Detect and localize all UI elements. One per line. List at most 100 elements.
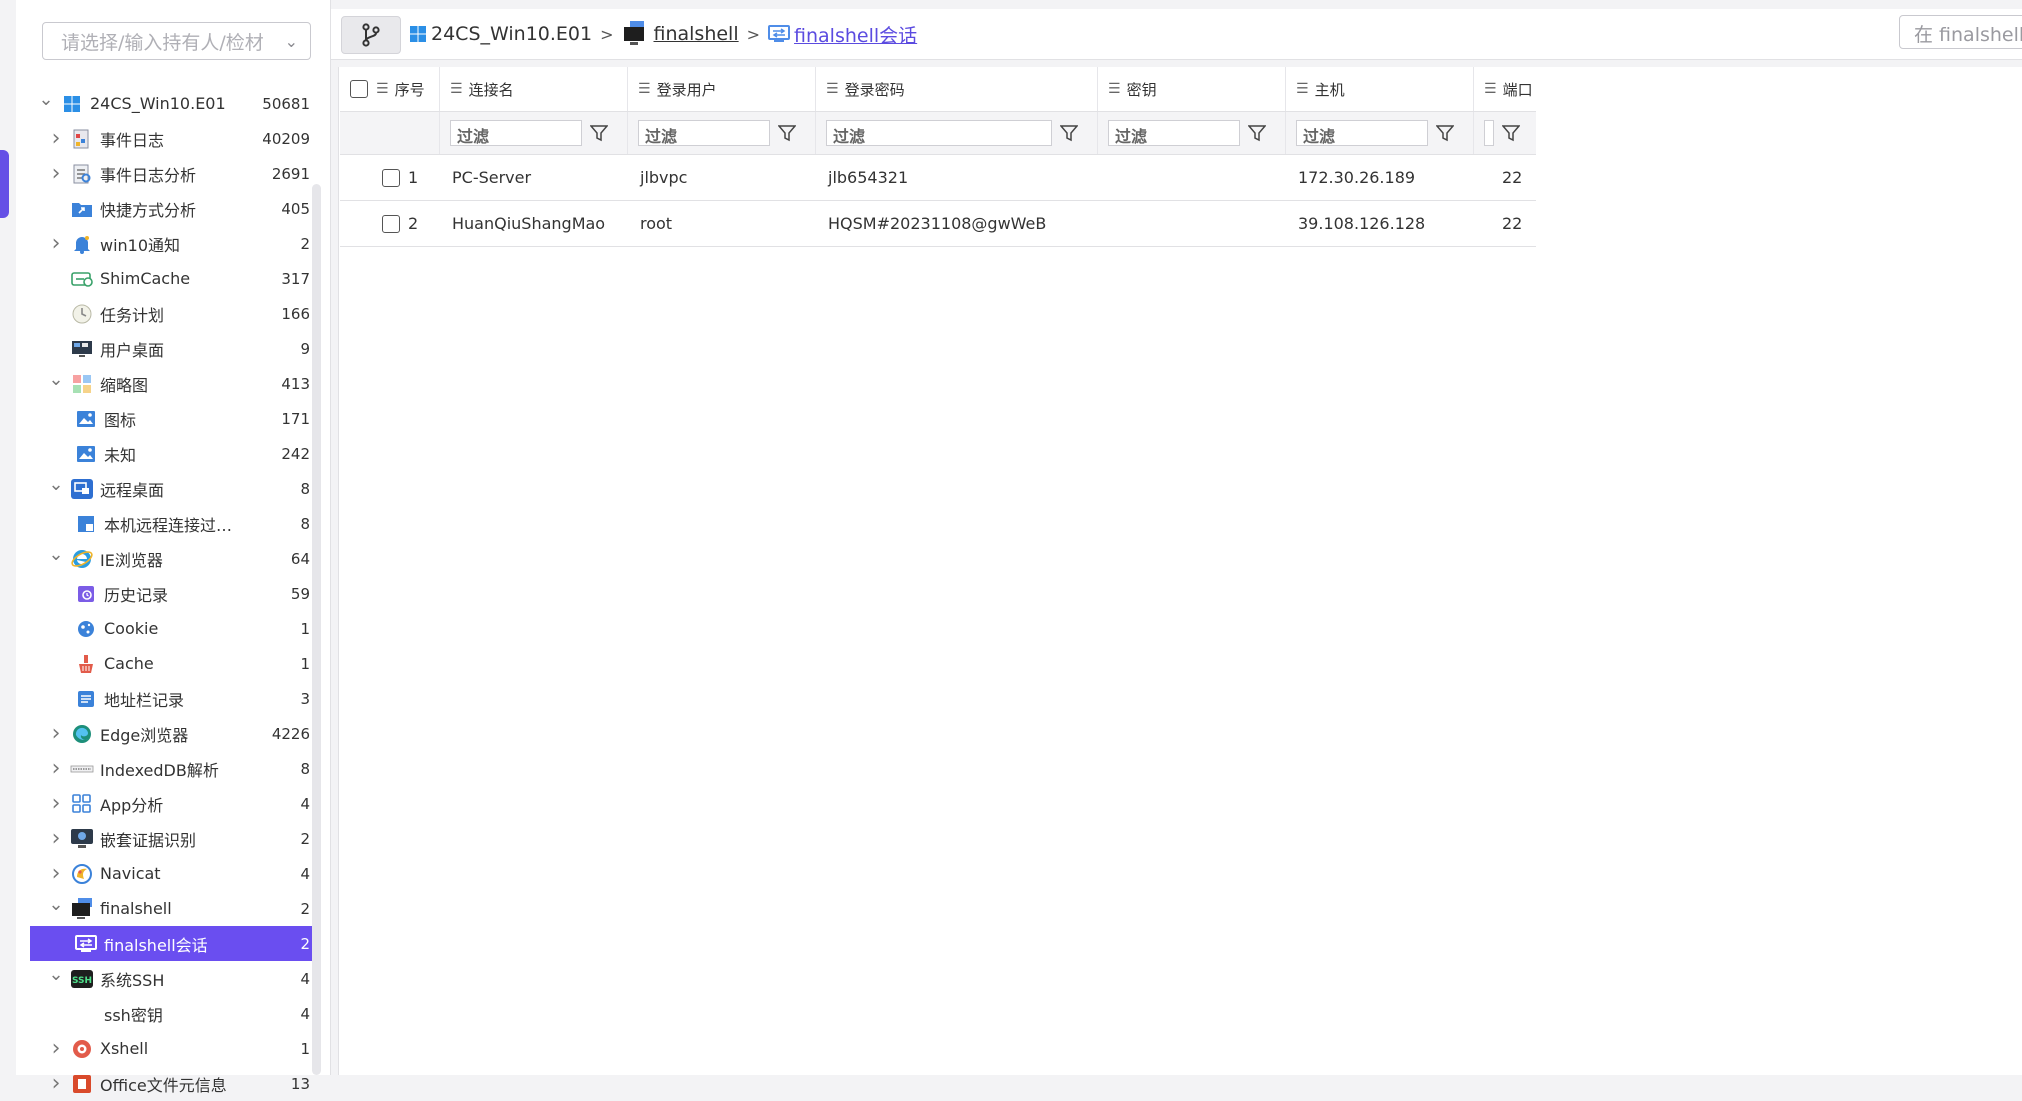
search-input[interactable]: 在 finalshell会话中搜索 (1899, 15, 2022, 49)
sidebar-scrollbar[interactable] (312, 184, 321, 1075)
chevron-right-icon[interactable]: › (46, 721, 66, 746)
tree-item[interactable]: 快捷方式分析 405 (30, 191, 316, 226)
tree-item[interactable]: › Office文件元信息 13 (30, 1066, 316, 1101)
tree-item[interactable]: › Xshell 1 (30, 1031, 316, 1066)
filter-icon[interactable] (1060, 124, 1078, 142)
filter-input-key[interactable]: 过滤 (1108, 120, 1240, 146)
breadcrumb-item-finalshell[interactable]: finalshell (622, 21, 739, 47)
tree-item[interactable]: 本机远程连接过… 8 (30, 506, 316, 541)
chevron-right-icon[interactable]: › (46, 756, 66, 781)
filter-icon[interactable] (1502, 124, 1520, 142)
main-content: ☰ 序号 ☰ 连接名 ☰ 登录用户 ☰ 登录密码 ☰ 密钥 ☰ 主机 ☰ 端口 … (338, 67, 2022, 1075)
branch-button[interactable] (341, 16, 401, 54)
tree-item-count: 40209 (262, 129, 310, 148)
left-activity-indicator[interactable] (0, 150, 9, 218)
tree-item[interactable]: ⌄ 24CS_Win10.E01 50681 (30, 86, 316, 121)
filter-icon[interactable] (590, 124, 608, 142)
cell-index: 2 (340, 201, 440, 246)
tree-item[interactable]: Cookie 1 (30, 611, 316, 646)
tree-item[interactable]: ⌄ 缩略图 413 (30, 366, 316, 401)
tree-item[interactable]: › win10通知 2 (30, 226, 316, 261)
tree-item[interactable]: 历史记录 59 (30, 576, 316, 611)
tree-item-label: 历史记录 (104, 585, 169, 605)
blank-icon (74, 1003, 98, 1025)
tree-item[interactable]: finalshell会话 2 (30, 926, 316, 961)
cell-name: HuanQiuShangMao (452, 214, 606, 233)
tree-item[interactable]: Cache 1 (30, 646, 316, 681)
filter-input-port[interactable] (1484, 120, 1494, 146)
tree-item[interactable]: 用户桌面 9 (30, 331, 316, 366)
tree-item[interactable]: 任务计划 166 (30, 296, 316, 331)
column-menu-icon[interactable]: ☰ (1108, 81, 1121, 97)
column-header-port[interactable]: ☰ 端口 (1474, 67, 1536, 111)
column-header-password[interactable]: ☰ 登录密码 (816, 67, 1098, 111)
tree-item[interactable]: › App分析 4 (30, 786, 316, 821)
breadcrumb: 24CS_Win10.E01 > finalshell > finalshell… (409, 9, 923, 59)
filter-input-name[interactable]: 过滤 (450, 120, 582, 146)
filter-cell-name: 过滤 (440, 112, 628, 154)
chevron-right-icon[interactable]: › (46, 1036, 66, 1061)
tree-item-label: 远程桌面 (100, 480, 165, 500)
chevron-right-icon[interactable]: › (46, 861, 66, 886)
chevron-right-icon[interactable]: › (46, 161, 66, 186)
tree-item[interactable]: › 嵌套证据识别 2 (30, 821, 316, 856)
column-header-index[interactable]: ☰ 序号 (340, 67, 440, 111)
column-header-key[interactable]: ☰ 密钥 (1098, 67, 1286, 111)
tree-item[interactable]: ⌄ SSH 系统SSH 4 (30, 961, 316, 996)
tree-item[interactable]: › Edge浏览器 4226 (30, 716, 316, 751)
column-header-name[interactable]: ☰ 连接名 (440, 67, 628, 111)
column-header-user[interactable]: ☰ 登录用户 (628, 67, 816, 111)
tree-item[interactable]: › Navicat 4 (30, 856, 316, 891)
row-checkbox[interactable] (382, 214, 400, 233)
chevron-right-icon[interactable]: › (46, 826, 66, 851)
chevron-down-icon[interactable]: ⌄ (36, 89, 56, 110)
filter-input-host[interactable]: 过滤 (1296, 120, 1428, 146)
filter-icon[interactable] (1248, 124, 1266, 142)
filter-icon[interactable] (778, 124, 796, 142)
filter-input-user[interactable]: 过滤 (638, 120, 770, 146)
chevron-down-icon[interactable]: ⌄ (46, 474, 66, 495)
chevron-right-icon[interactable]: › (46, 126, 66, 151)
chevron-down-icon[interactable]: ⌄ (46, 964, 66, 985)
tree-item[interactable]: 地址栏记录 3 (30, 681, 316, 716)
filter-icon[interactable] (1436, 124, 1454, 142)
tree-item[interactable]: › 事件日志 40209 (30, 121, 316, 156)
column-menu-icon[interactable]: ☰ (1484, 81, 1497, 97)
cell-password: HQSM#20231108@gwWeB (828, 214, 1047, 233)
cell-key (1098, 155, 1286, 200)
row-checkbox[interactable] (382, 168, 400, 187)
breadcrumb-item-evidence[interactable]: 24CS_Win10.E01 (409, 23, 592, 45)
shimcache-icon (70, 268, 94, 290)
tree-item[interactable]: › 事件日志分析 2691 (30, 156, 316, 191)
table-row[interactable]: 1 PC-Server jlbvpc jlb654321 172.30.26.1… (340, 155, 1536, 201)
table-row[interactable]: 2 HuanQiuShangMao root HQSM#20231108@gwW… (340, 201, 1536, 247)
tree-item-label: 嵌套证据识别 (100, 830, 197, 850)
filter-input-password[interactable]: 过滤 (826, 120, 1052, 146)
select-all-checkbox[interactable] (350, 80, 368, 98)
tree-item[interactable]: ShimCache 317 (30, 261, 316, 296)
chevron-right-icon[interactable]: › (46, 791, 66, 816)
chevron-down-icon[interactable]: ⌄ (46, 544, 66, 565)
tree-item[interactable]: 未知 242 (30, 436, 316, 471)
tree-item[interactable]: ⌄ finalshell 2 (30, 891, 316, 926)
column-menu-icon[interactable]: ☰ (826, 81, 839, 97)
chevron-right-icon[interactable]: › (46, 231, 66, 256)
column-header-host[interactable]: ☰ 主机 (1286, 67, 1474, 111)
tree-item[interactable]: › IndexedDB解析 8 (30, 751, 316, 786)
breadcrumb-item-session[interactable]: finalshell会话 (768, 21, 917, 48)
chevron-down-icon[interactable]: ⌄ (46, 369, 66, 390)
column-menu-icon[interactable]: ☰ (376, 81, 389, 97)
tree-item-label: Navicat (100, 864, 161, 883)
tree-item[interactable]: 图标 171 (30, 401, 316, 436)
column-menu-icon[interactable]: ☰ (638, 81, 651, 97)
tree-item[interactable]: ssh密钥 4 (30, 996, 316, 1031)
tree-item[interactable]: ⌄ 远程桌面 8 (30, 471, 316, 506)
filter-cell-host: 过滤 (1286, 112, 1474, 154)
owner-select[interactable]: 请选择/输入持有人/检材 ⌄ (42, 22, 311, 60)
tree-item-count: 166 (281, 304, 310, 323)
column-menu-icon[interactable]: ☰ (450, 81, 463, 97)
column-menu-icon[interactable]: ☰ (1296, 81, 1309, 97)
tree-item[interactable]: ⌄ IE浏览器 64 (30, 541, 316, 576)
windows-icon (410, 26, 426, 42)
chevron-down-icon[interactable]: ⌄ (46, 894, 66, 915)
